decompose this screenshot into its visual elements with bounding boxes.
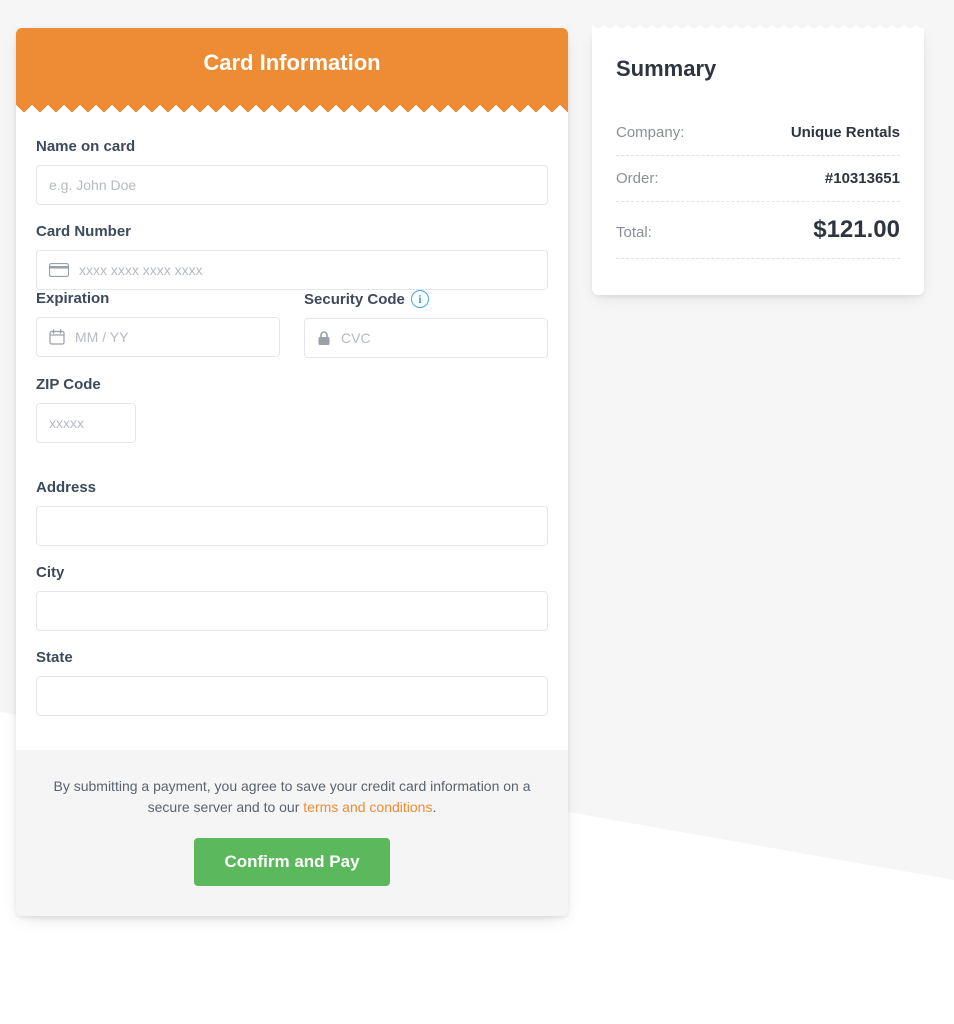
summary-total-value: $121.00 [813,216,900,244]
card-form-panel: Card Information Name on card Card Numbe… [16,28,568,916]
expiration-label: Expiration [36,290,280,307]
card-number-label: Card Number [36,223,548,240]
lock-icon [317,330,331,346]
confirm-and-pay-button[interactable]: Confirm and Pay [194,838,389,886]
state-label: State [36,649,548,666]
city-label: City [36,564,548,581]
summary-company-row: Company: Unique Rentals [616,110,900,156]
state-input[interactable] [36,676,548,716]
summary-heading: Summary [616,56,900,82]
summary-total-label: Total: [616,224,652,241]
security-code-input[interactable] [341,319,535,357]
card-form-heading: Card Information [16,28,568,100]
card-number-input[interactable] [79,251,535,289]
security-code-label-text: Security Code [304,291,405,308]
address-label: Address [36,479,548,496]
summary-company-label: Company: [616,124,684,141]
credit-card-icon [49,263,69,277]
expiration-input[interactable] [75,318,267,356]
disclaimer-post: . [432,799,436,815]
summary-panel: Summary Company: Unique Rentals Order: #… [592,28,924,295]
address-input[interactable] [36,506,548,546]
zip-code-label: ZIP Code [36,376,548,393]
name-on-card-label: Name on card [36,138,548,155]
disclaimer-pre: By submitting a payment, you agree to sa… [53,778,530,815]
name-on-card-input[interactable] [36,165,548,205]
security-code-label: Security Code i [304,290,548,308]
city-input[interactable] [36,591,548,631]
header-zigzag [16,100,568,112]
zip-code-input[interactable] [36,403,136,443]
summary-total-row: Total: $121.00 [616,202,900,259]
card-number-field[interactable] [36,250,548,290]
expiration-field[interactable] [36,317,280,357]
info-icon[interactable]: i [411,290,429,308]
terms-link[interactable]: terms and conditions [303,799,432,815]
summary-order-value: #10313651 [825,170,900,187]
security-code-field[interactable] [304,318,548,358]
summary-company-value: Unique Rentals [791,124,900,141]
disclaimer-text: By submitting a payment, you agree to sa… [40,776,544,818]
summary-order-label: Order: [616,170,659,187]
calendar-icon [49,329,65,345]
form-footer: By submitting a payment, you agree to sa… [16,750,568,916]
summary-order-row: Order: #10313651 [616,156,900,202]
